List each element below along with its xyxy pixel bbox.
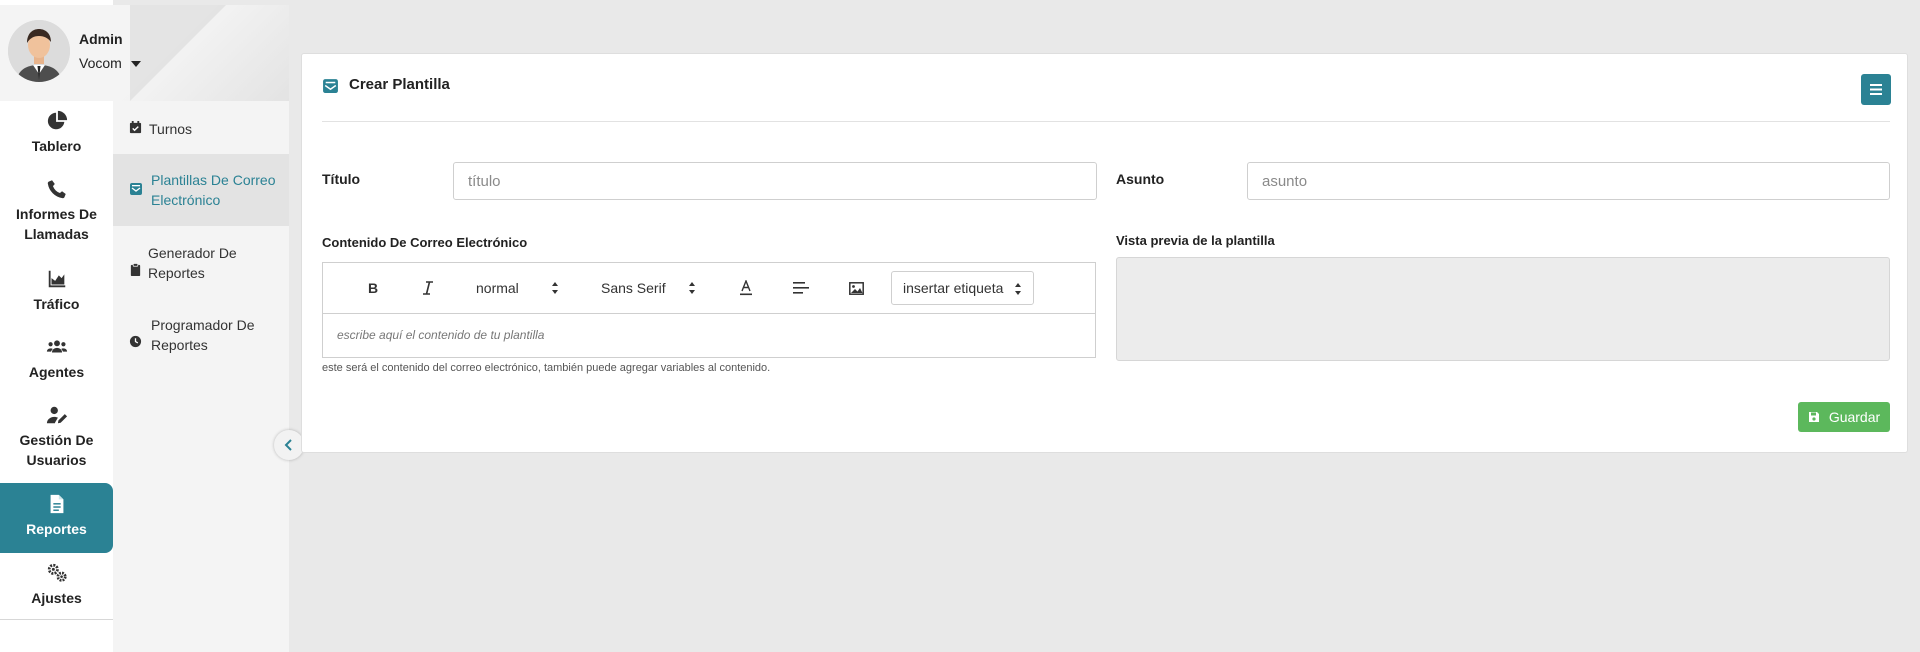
clipboard-icon <box>130 263 141 276</box>
user-edit-icon <box>46 406 67 424</box>
rail-item-reportes[interactable]: Reportes <box>0 483 113 553</box>
svg-text:B: B <box>368 281 378 295</box>
phone-icon <box>47 180 66 199</box>
submenu-label: Turnos <box>149 121 193 137</box>
template-preview <box>1116 257 1890 361</box>
save-button[interactable]: Guardar <box>1798 402 1890 432</box>
rail-label: Agentes <box>28 364 85 380</box>
clock-icon <box>129 335 142 348</box>
sort-icon <box>1015 283 1021 295</box>
area-chart-icon <box>48 270 65 288</box>
font-family-value: Sans Serif <box>601 280 666 296</box>
submenu-item-generador[interactable]: Generador De Reportes <box>113 241 289 289</box>
image-icon <box>848 281 864 295</box>
insert-tag-value: insertar etiqueta <box>903 280 1004 296</box>
bold-button[interactable]: B <box>363 277 385 299</box>
rail-label: Tablero <box>31 138 82 154</box>
font-size-value: normal <box>476 280 519 296</box>
align-button[interactable] <box>790 277 812 299</box>
titulo-input[interactable] <box>453 162 1097 200</box>
insert-tag-select[interactable]: insertar etiqueta <box>891 271 1034 305</box>
calendar-check-icon <box>129 121 142 134</box>
options-menu-button[interactable] <box>1861 74 1891 105</box>
floppy-disk-icon <box>1808 412 1819 422</box>
titulo-label: Título <box>322 171 361 187</box>
rail-item-gestion-usuarios[interactable]: Gestión De Usuarios <box>0 404 113 470</box>
profile-decoration <box>130 5 226 101</box>
bold-icon: B <box>368 281 378 295</box>
email-content-editor: B normal Sans Serif insertar etiqueta es… <box>322 262 1096 358</box>
image-button[interactable] <box>845 277 867 299</box>
hamburger-icon <box>1870 84 1882 95</box>
rail-item-agentes[interactable]: Agentes <box>0 336 113 382</box>
rail-label: Gestión De Usuarios <box>19 432 94 468</box>
pie-chart-icon <box>47 110 67 130</box>
submenu-item-turnos[interactable]: Turnos <box>113 117 289 141</box>
preview-label: Vista previa de la plantilla <box>1116 233 1275 248</box>
text-color-button[interactable] <box>735 277 757 299</box>
submenu-label: Generador De Reportes <box>148 245 237 281</box>
submenu-label: Programador De Reportes <box>151 317 255 353</box>
file-icon <box>50 494 63 514</box>
user-profile: Admin Vocom <box>0 5 289 101</box>
asunto-label: Asunto <box>1116 171 1165 187</box>
submenu-item-plantillas[interactable]: Plantillas De Correo Electrónico <box>113 154 289 226</box>
caret-down-icon[interactable] <box>131 61 141 67</box>
font-size-select[interactable]: normal <box>476 280 566 296</box>
italic-icon <box>423 281 433 295</box>
rail-label: Reportes <box>26 521 87 537</box>
collapse-sidebar-button[interactable] <box>274 430 304 460</box>
sort-icon <box>689 282 695 294</box>
content-label: Contenido De Correo Electrónico <box>322 235 528 250</box>
rail-label: Tráfico <box>33 296 80 312</box>
page-title: Crear Plantilla <box>349 76 450 93</box>
rail-label: Ajustes <box>31 590 82 606</box>
rail-divider <box>0 619 113 620</box>
editor-toolbar: B normal Sans Serif insertar etiqueta <box>323 263 1095 314</box>
users-icon <box>46 340 67 353</box>
avatar <box>8 20 70 82</box>
profile-name: Admin <box>79 31 123 47</box>
reports-submenu: Turnos Plantillas De Correo Electrónico … <box>113 101 289 652</box>
envelope-open-icon <box>130 183 142 195</box>
chevron-left-icon <box>284 439 292 451</box>
text-color-icon <box>740 280 752 296</box>
rail-label: Informes De Llamadas <box>16 206 97 242</box>
submenu-item-programador[interactable]: Programador De Reportes <box>113 313 289 361</box>
envelope-open-icon <box>323 79 338 93</box>
editor-content-area[interactable]: escribe aquí el contenido de tu plantill… <box>337 328 544 342</box>
rail-item-informes[interactable]: Informes De Llamadas <box>0 178 113 244</box>
rail-item-trafico[interactable]: Tráfico <box>0 268 113 314</box>
save-label: Guardar <box>1828 409 1881 425</box>
create-template-card: Crear Plantilla Título Asunto Contenido … <box>301 53 1908 453</box>
font-family-select[interactable]: Sans Serif <box>601 280 701 296</box>
asunto-input[interactable] <box>1247 162 1890 200</box>
align-left-icon <box>793 282 809 294</box>
sort-icon <box>552 282 558 294</box>
profile-org-selector[interactable]: Vocom <box>79 55 122 71</box>
rail-item-tablero[interactable]: Tablero <box>0 110 113 156</box>
rail-item-ajustes[interactable]: Ajustes <box>0 562 113 608</box>
submenu-label: Plantillas De Correo Electrónico <box>151 172 276 208</box>
gears-icon <box>47 563 67 582</box>
content-help-text: este será el contenido del correo electr… <box>322 362 771 374</box>
card-divider <box>322 121 1890 122</box>
italic-button[interactable] <box>417 277 439 299</box>
